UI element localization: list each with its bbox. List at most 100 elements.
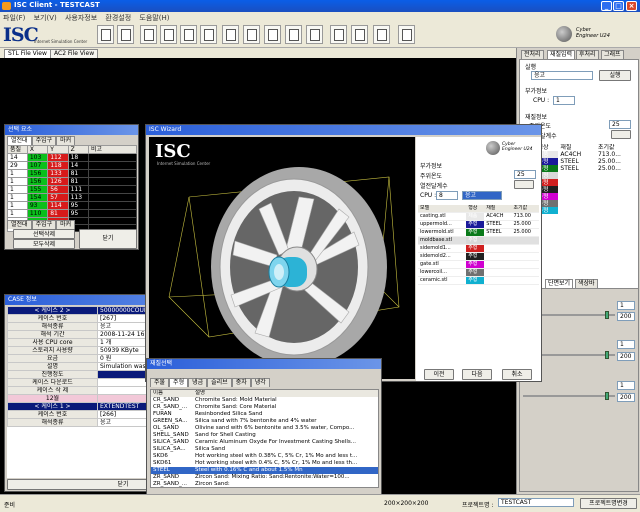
list-item[interactable]: SILICA_SAND Ceramic Aluminum Oxyde For In…: [151, 439, 378, 446]
cube-iso-icon[interactable]: [306, 25, 323, 44]
table-row[interactable]: sidemold1... 주형: [418, 244, 539, 253]
table-row[interactable]: 1 156 133 81: [7, 169, 137, 178]
list-item[interactable]: CR_SAND Chromite Sand: Mold Material: [151, 397, 378, 404]
close-button[interactable]: ×: [626, 1, 637, 11]
table-row[interactable]: 1 155 56 111: [7, 185, 137, 194]
section-x-max[interactable]: 200: [617, 312, 635, 321]
table-row[interactable]: lowercoil... 주형: [418, 268, 539, 277]
list-item[interactable]: SILICA_SA... Silica Sand: [151, 446, 378, 453]
material-initial: [511, 244, 539, 253]
ambient-temp-input[interactable]: 25: [609, 120, 631, 129]
maximize-button[interactable]: □: [613, 1, 624, 11]
bottom-tab-marker[interactable]: 마커: [56, 220, 76, 229]
list-item[interactable]: ZR_SAND_... Zircon Sand:: [151, 481, 378, 487]
ac2-icon[interactable]: [160, 25, 177, 44]
wizard-prev-button[interactable]: 이전: [424, 369, 454, 380]
list-item[interactable]: OL_SAND Olivine sand with 6% bentonite an…: [151, 425, 378, 432]
tab-postprocess[interactable]: 후처리: [576, 50, 599, 59]
table-row[interactable]: gate.stl 주형: [418, 260, 539, 269]
section-z-max[interactable]: 200: [617, 393, 635, 402]
tab-thermocouple[interactable]: 열전대: [7, 136, 32, 145]
wizard-next-button[interactable]: 다음: [462, 369, 492, 380]
selection-close-button[interactable]: 닫기: [79, 229, 137, 249]
stl-icon[interactable]: [140, 25, 157, 44]
case-key: 케이스 번호: [7, 314, 98, 323]
delete-all-button[interactable]: 모두삭제: [13, 239, 75, 249]
wizard-cpu-select[interactable]: 8: [436, 191, 458, 200]
tools-icon[interactable]: [398, 25, 415, 44]
tab-section-view[interactable]: 단면보기: [545, 279, 574, 288]
list-item[interactable]: CR_SAND_... Chromite Sand: Core Material: [151, 404, 378, 411]
list-item[interactable]: SKD6 Hot working steel with 0.38% C, 5% C…: [151, 453, 378, 460]
section-y-min[interactable]: 1: [617, 340, 635, 349]
table-row[interactable]: lowermold.stl 주형 STEEL 25.000: [418, 228, 539, 237]
bottom-tab-thermocouple[interactable]: 열전대: [7, 220, 32, 229]
htc-button[interactable]: [611, 130, 631, 139]
tab-colorbar[interactable]: 색상바: [575, 279, 598, 288]
table-row[interactable]: 14 103 112 18: [7, 153, 137, 162]
mtab-mold[interactable]: 주형: [169, 378, 189, 387]
list-item[interactable]: SHELL_SAND Sand for Shell Casting: [151, 432, 378, 439]
section-y-max[interactable]: 200: [617, 352, 635, 361]
wizard-cancel-button[interactable]: 취소: [502, 369, 532, 380]
list-item[interactable]: ZR_SAND Zircon Sand: Mixing Ratio: Sand:R…: [151, 474, 378, 481]
list-item[interactable]: FURAN Resinbonded Silica Sand: [151, 411, 378, 418]
table-row[interactable]: casting.stl 제품 AC4CH 713.00: [418, 212, 539, 221]
rmaterial-initial: 25.00...: [598, 158, 621, 165]
wizard-mode-select[interactable]: 응고: [462, 191, 502, 200]
minimize-button[interactable]: _: [601, 1, 612, 11]
tab-gate[interactable]: 주입구: [31, 136, 57, 145]
mtab-cooling[interactable]: 냉각: [250, 378, 270, 387]
section-x-min[interactable]: 1: [617, 301, 635, 310]
tab-stl-file-view[interactable]: STL File View: [4, 49, 51, 58]
list-item[interactable]: GREEN_SA... Silica sand with 7% bentonite…: [151, 418, 378, 425]
tab-preprocess[interactable]: 전처리: [521, 50, 544, 59]
material-model: lowermold.stl: [418, 228, 467, 237]
table-row[interactable]: 29 107 118 14: [7, 161, 137, 170]
marker-icon[interactable]: [351, 25, 368, 44]
pointer-icon[interactable]: [330, 25, 347, 44]
tab-graph[interactable]: 그래프: [601, 50, 624, 59]
wizard-htc-button[interactable]: [514, 180, 534, 189]
selection-cell: 111: [67, 185, 90, 194]
mtab-core[interactable]: 중자: [231, 378, 251, 387]
rotate-icon[interactable]: [200, 25, 217, 44]
table-row[interactable]: uppermold... 주형 STEEL 25.000: [418, 220, 539, 229]
wireframe-icon[interactable]: [373, 25, 390, 44]
bottom-tab-gate[interactable]: 주입구: [31, 220, 57, 229]
table-row[interactable]: 1 110 81 95: [7, 209, 137, 218]
tab-ac2-file-view[interactable]: AC2 File View: [50, 49, 99, 58]
table-row[interactable]: 1 93 114 95: [7, 201, 137, 210]
cube-front-icon[interactable]: [243, 25, 260, 44]
run-button[interactable]: 실행: [599, 70, 631, 81]
open-file-icon[interactable]: [117, 25, 134, 44]
material-name: STEEL: [484, 220, 512, 229]
table-row[interactable]: 1 154 57 113: [7, 193, 137, 202]
cube-view-icon[interactable]: [222, 25, 239, 44]
table-row[interactable]: moldbase.stl 주형: [418, 236, 539, 245]
mode-select[interactable]: 응고: [531, 71, 593, 80]
tab-material-input[interactable]: 재질입력: [547, 50, 576, 59]
wizard-3d-view[interactable]: ISC Internet Simulation Center: [149, 137, 415, 379]
table-row[interactable]: sidemold2... 주형: [418, 252, 539, 261]
delete-selected-button[interactable]: 선택삭제: [13, 229, 75, 239]
tab-marker[interactable]: 마커: [56, 136, 76, 145]
new-file-icon[interactable]: [97, 25, 114, 44]
material-item-desc: Sand for Shell Casting: [195, 432, 256, 438]
table-row[interactable]: 1 156 126 81: [7, 177, 137, 186]
section-z-slider[interactable]: [523, 392, 615, 400]
mtab-sleeve[interactable]: 슬리브: [207, 378, 232, 387]
change-project-button[interactable]: 프로젝트명변경: [580, 498, 637, 509]
cube-side-icon[interactable]: [285, 25, 302, 44]
cpu-select[interactable]: 1: [553, 96, 575, 105]
section-z-min[interactable]: 1: [617, 381, 635, 390]
wizard-ambient-input[interactable]: 25: [514, 170, 536, 179]
table-row[interactable]: ceramic.stl 주형: [418, 276, 539, 285]
list-item[interactable]: STEEL Steel with 0.16% C and about 1.5% M…: [151, 467, 378, 474]
edit-icon[interactable]: [180, 25, 197, 44]
cube-top-icon[interactable]: [264, 25, 281, 44]
mtab-chill[interactable]: 냉금: [188, 378, 208, 387]
mtab-casting[interactable]: 주물: [150, 378, 170, 387]
list-item[interactable]: SKD61 Hot working steel with 0.4% C, 5% C…: [151, 460, 378, 467]
material-initial: [511, 268, 539, 277]
